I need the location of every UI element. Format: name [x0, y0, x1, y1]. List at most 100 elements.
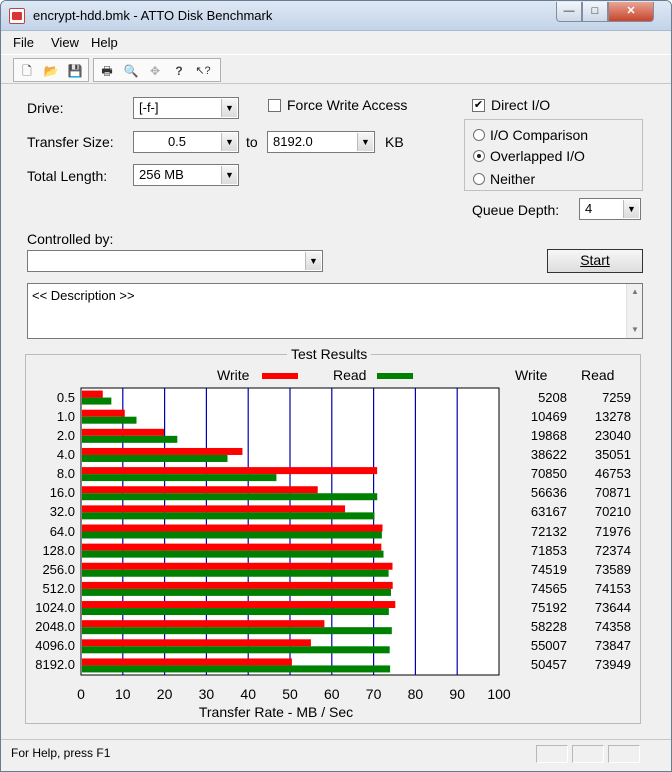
- force-write-label[interactable]: Force Write Access: [287, 97, 407, 113]
- direct-io-checkbox[interactable]: ✔: [472, 99, 485, 112]
- category-label: 128.0: [42, 542, 75, 558]
- chevron-down-icon[interactable]: ▼: [221, 133, 237, 151]
- legend-write-label: Write: [217, 367, 250, 383]
- write-value-cell: 75192: [530, 600, 567, 616]
- category-label: 4.0: [56, 446, 75, 462]
- close-button[interactable]: ✕: [608, 2, 654, 22]
- write-value-cell: 71853: [530, 542, 567, 558]
- menu-file[interactable]: File: [13, 35, 34, 50]
- transfer-size-from-select[interactable]: 0.5 ▼: [133, 131, 239, 153]
- read-value-cell: 46753: [594, 466, 631, 482]
- move-icon[interactable]: ✥: [145, 61, 165, 81]
- transfer-size-from-value: 0.5: [167, 134, 187, 149]
- total-length-select[interactable]: 256 MB ▼: [133, 164, 239, 186]
- open-folder-icon[interactable]: 📂: [41, 61, 61, 81]
- io-comparison-label[interactable]: I/O Comparison: [490, 127, 588, 143]
- neither-radio[interactable]: [473, 173, 485, 185]
- save-icon[interactable]: 💾: [65, 61, 85, 81]
- description-textarea[interactable]: << Description >> ▲ ▼: [27, 283, 643, 339]
- category-label: 256.0: [42, 561, 75, 577]
- queue-depth-value: 4: [585, 201, 593, 216]
- read-value-cell: 7259: [602, 389, 631, 405]
- legend-write-swatch: [262, 373, 298, 379]
- category-label: 16.0: [49, 485, 75, 501]
- write-value-cell: 56636: [530, 485, 567, 501]
- chevron-down-icon[interactable]: ▼: [221, 166, 237, 184]
- transfer-size-label: Transfer Size:: [27, 134, 114, 150]
- about-icon[interactable]: ?: [169, 61, 189, 81]
- read-column-header: Read: [581, 367, 615, 383]
- write-value-cell: 10469: [530, 408, 567, 424]
- status-pane-2: [572, 745, 604, 763]
- category-label: 1.0: [56, 408, 75, 424]
- write-value-cell: 38622: [530, 446, 567, 462]
- total-length-value: 256 MB: [139, 167, 184, 182]
- read-value-cell: 73644: [594, 600, 631, 616]
- overlapped-io-label[interactable]: Overlapped I/O: [490, 148, 585, 164]
- description-scrollbar[interactable]: ▲ ▼: [626, 284, 642, 338]
- menu-bar: File View Help: [1, 32, 671, 54]
- direct-io-label[interactable]: Direct I/O: [491, 97, 550, 113]
- read-value-cell: 35051: [594, 446, 631, 462]
- read-value-cell: 70210: [594, 504, 631, 520]
- controlled-by-select[interactable]: ▼: [27, 250, 323, 272]
- chevron-down-icon[interactable]: ▼: [357, 133, 373, 151]
- menu-help[interactable]: Help: [91, 35, 118, 50]
- read-value-cell: 73847: [594, 638, 631, 654]
- category-label: 32.0: [49, 504, 75, 520]
- write-value-cell: 19868: [530, 427, 567, 443]
- write-value-cell: 58228: [530, 619, 567, 635]
- overlapped-io-radio[interactable]: [473, 150, 485, 162]
- start-button-label: Start: [580, 252, 610, 268]
- write-value-cell: 70850: [530, 466, 567, 482]
- new-icon[interactable]: 🗋: [17, 61, 37, 81]
- drive-select[interactable]: [-f-] ▼: [133, 97, 239, 119]
- read-value-cell: 74153: [594, 580, 631, 596]
- category-label: 0.5: [56, 389, 75, 405]
- print-icon[interactable]: 🖶: [97, 61, 117, 81]
- read-value-cell: 72374: [594, 542, 631, 558]
- chevron-down-icon[interactable]: ▼: [623, 200, 639, 218]
- context-help-icon[interactable]: ↖?: [193, 61, 213, 81]
- status-pane-1: [536, 745, 568, 763]
- total-length-label: Total Length:: [27, 168, 108, 184]
- app-icon: [9, 8, 25, 24]
- status-pane-3: [608, 745, 640, 763]
- neither-label[interactable]: Neither: [490, 171, 535, 187]
- menu-view[interactable]: View: [51, 35, 79, 50]
- force-write-checkbox[interactable]: [268, 99, 281, 112]
- category-label: 2.0: [56, 427, 75, 443]
- minimize-button[interactable]: —: [556, 2, 582, 22]
- write-value-cell: 50457: [530, 657, 567, 673]
- category-label: 2048.0: [35, 619, 75, 635]
- description-text: << Description >>: [32, 288, 135, 303]
- scroll-down-icon[interactable]: ▼: [627, 322, 643, 338]
- to-label: to: [246, 134, 258, 150]
- category-label: 8.0: [56, 466, 75, 482]
- transfer-size-to-value: 8192.0: [273, 134, 313, 149]
- read-value-cell: 70871: [594, 485, 631, 501]
- io-comparison-radio[interactable]: [473, 129, 485, 141]
- status-text: For Help, press F1: [11, 746, 111, 760]
- queue-depth-select[interactable]: 4 ▼: [579, 198, 641, 220]
- chevron-down-icon[interactable]: ▼: [305, 252, 321, 270]
- toolbar-file-group: 🗋 📂 💾: [13, 58, 89, 82]
- maximize-button[interactable]: □: [582, 2, 608, 22]
- category-label: 1024.0: [35, 600, 75, 616]
- test-results-title: Test Results: [287, 346, 372, 362]
- read-value-cell: 74358: [594, 619, 631, 635]
- chevron-down-icon[interactable]: ▼: [221, 99, 237, 117]
- write-value-cell: 55007: [530, 638, 567, 654]
- read-value-cell: 71976: [594, 523, 631, 539]
- drive-label: Drive:: [27, 100, 64, 116]
- write-value-cell: 5208: [538, 389, 567, 405]
- scroll-up-icon[interactable]: ▲: [627, 284, 643, 300]
- queue-depth-label: Queue Depth:: [472, 202, 560, 218]
- write-value-cell: 63167: [530, 504, 567, 520]
- write-value-cell: 74565: [530, 580, 567, 596]
- title-bar[interactable]: encrypt-hdd.bmk - ATTO Disk Benchmark — …: [1, 1, 671, 31]
- write-column-header: Write: [515, 367, 548, 383]
- print-preview-icon[interactable]: 🔍: [121, 61, 141, 81]
- transfer-size-to-select[interactable]: 8192.0 ▼: [267, 131, 375, 153]
- start-button[interactable]: Start: [547, 249, 643, 273]
